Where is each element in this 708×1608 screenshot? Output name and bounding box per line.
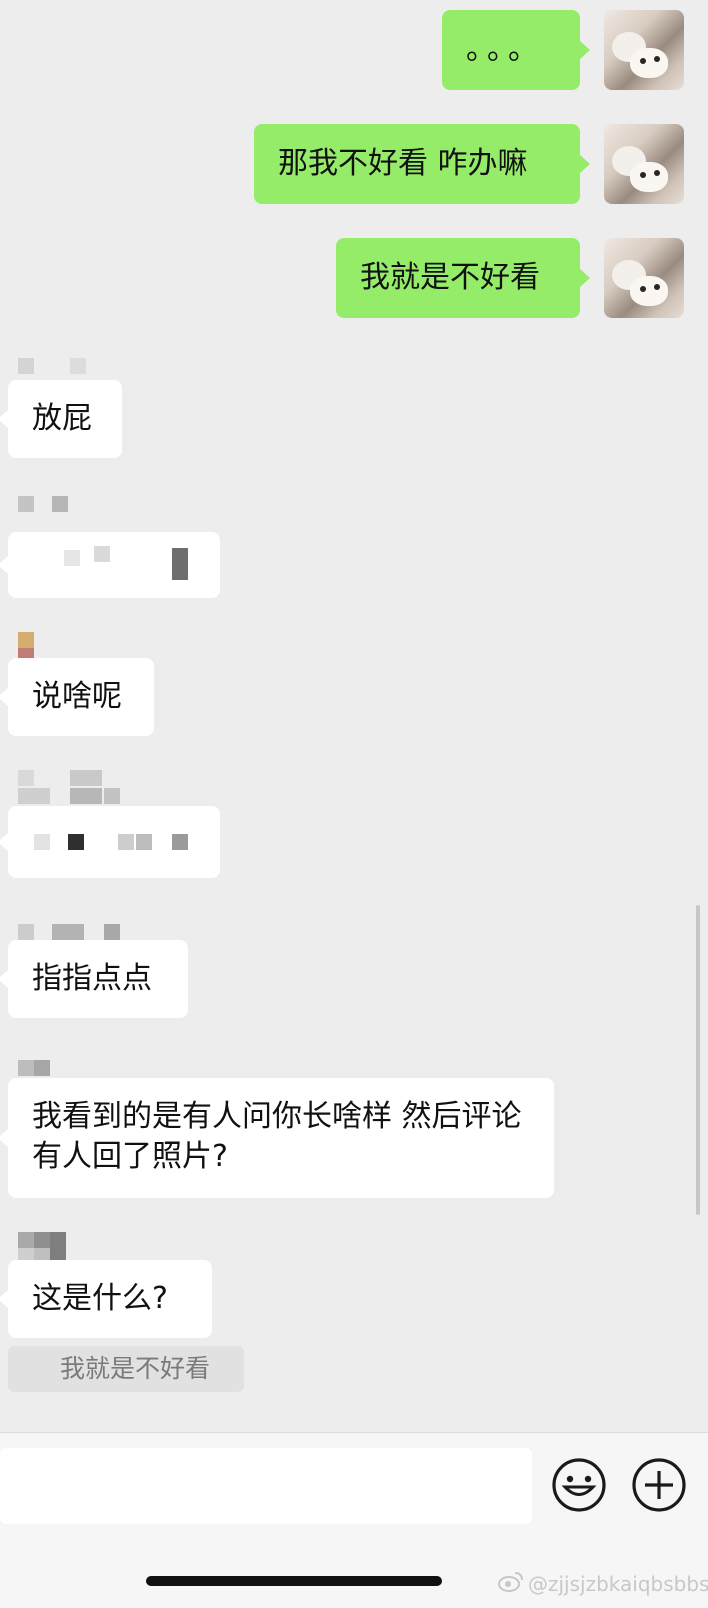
incoming-message-redacted[interactable]: [0, 532, 220, 598]
sender-name-pixelated: [18, 496, 78, 512]
sender-name-pixelated: [18, 770, 122, 804]
message-text: 这是什么?: [32, 1281, 168, 1316]
home-indicator[interactable]: [146, 1576, 442, 1586]
emoji-icon[interactable]: [550, 1456, 608, 1514]
outgoing-message[interactable]: 。。。: [442, 10, 590, 90]
incoming-message[interactable]: 说啥呢: [0, 658, 154, 736]
message-input[interactable]: [0, 1448, 532, 1524]
outgoing-message[interactable]: 那我不好看 咋办嘛: [254, 124, 590, 204]
plus-icon[interactable]: [630, 1456, 688, 1514]
incoming-message[interactable]: 指指点点: [0, 940, 188, 1018]
incoming-message[interactable]: 这是什么?: [0, 1260, 212, 1338]
message-text: 那我不好看 咋办嘛: [278, 146, 528, 181]
incoming-message-redacted[interactable]: [0, 806, 220, 878]
message-text: 放屁: [32, 401, 92, 436]
message-text: 说啥呢: [32, 679, 122, 714]
message-text: 我就是不好看: [360, 260, 540, 295]
quoted-reply-text: 我就是不好看: [60, 1354, 211, 1383]
sender-name-pixelated: [18, 924, 122, 940]
scrollbar[interactable]: [696, 905, 700, 1215]
my-avatar[interactable]: [604, 238, 684, 318]
incoming-message[interactable]: 我看到的是有人问你长啥样 然后评论有人回了照片?: [0, 1078, 554, 1198]
sender-name-pixelated: [18, 358, 88, 374]
my-avatar[interactable]: [604, 124, 684, 204]
watermark-text: @zjjsjzbkaiqbsbbsij: [528, 1571, 708, 1596]
my-avatar[interactable]: [604, 10, 684, 90]
outgoing-message[interactable]: 我就是不好看: [336, 238, 590, 318]
quoted-reply[interactable]: 我就是不好看: [8, 1346, 244, 1392]
message-text: 我看到的是有人问你长啥样 然后评论有人回了照片?: [32, 1099, 522, 1174]
incoming-message[interactable]: 放屁: [0, 380, 122, 458]
watermark: @zjjsjzbkaiqbsbbsij: [498, 1570, 708, 1597]
message-text: 指指点点: [32, 961, 152, 996]
message-text: 。。。: [466, 32, 544, 67]
sender-name-pixelated: [18, 1060, 52, 1076]
weibo-logo-icon: [498, 1570, 524, 1597]
